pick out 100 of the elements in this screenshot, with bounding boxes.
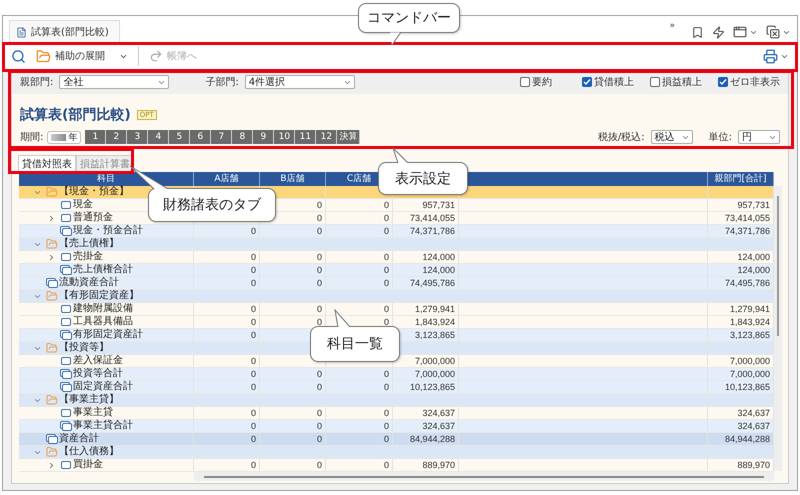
period-button[interactable]: 10 <box>274 130 296 144</box>
account-name: 事業主貸 <box>73 407 113 419</box>
checkbox[interactable] <box>520 77 530 87</box>
year-field[interactable]: 年 <box>47 130 82 144</box>
period-button[interactable]: 2 <box>106 130 128 144</box>
account-name: 現金 <box>73 199 93 211</box>
field-label: 子部門: <box>205 76 239 89</box>
folder-icon <box>36 48 51 64</box>
select-field[interactable]: 円 <box>738 130 780 144</box>
period-button[interactable]: 3 <box>127 130 148 144</box>
close-window-menu-button[interactable] <box>766 25 791 39</box>
document-icon <box>60 304 72 314</box>
window-menu-button[interactable] <box>733 25 758 39</box>
document-icon <box>60 200 72 210</box>
select-field[interactable]: 4件選択 <box>244 75 355 89</box>
documents-icon <box>60 382 72 392</box>
folder-icon <box>46 290 58 302</box>
period-button[interactable]: 11 <box>295 130 316 144</box>
table-row[interactable]: 事業主貸合計 0 0 0 324,637 324,637 <box>19 420 774 433</box>
period-button[interactable]: 7 <box>211 130 232 144</box>
printer-icon <box>763 48 778 64</box>
table-row[interactable]: 売上債権合計 0 0 0 124,000 124,000 <box>19 264 774 277</box>
bookmark-icon[interactable] <box>691 26 704 38</box>
field-label: 税抜/税込: <box>598 130 645 144</box>
column-header[interactable]: B店舗 <box>280 174 305 184</box>
table-row[interactable]: 差入保証金 0 7,000,000 7,000,000 <box>19 355 774 368</box>
chevron-icon[interactable] <box>47 252 56 262</box>
period-button[interactable]: 9 <box>253 130 274 144</box>
callout: コマンドバー <box>358 3 460 33</box>
table-row[interactable]: 事業主貸 0 0 0 324,637 324,637 <box>19 407 774 420</box>
callout: 科目一覧 <box>310 326 400 362</box>
account-name: 【売上債権】 <box>59 238 119 250</box>
table-row[interactable]: 建物附属設備 0 0 0 1,279,941 1,279,941 <box>19 303 774 316</box>
account-name: 普通預金 <box>73 212 113 224</box>
select-field[interactable]: 税込 <box>650 130 693 144</box>
account-name: 売掛金 <box>73 251 103 263</box>
checkbox[interactable] <box>582 77 592 87</box>
table-row[interactable]: 現金・預金合計 0 0 0 74,371,786 74,371,786 <box>19 225 774 238</box>
period-button[interactable]: 4 <box>148 130 170 144</box>
account-name: 買掛金 <box>73 459 103 471</box>
field-label: 親部門: <box>20 76 54 89</box>
account-name: 資産合計 <box>59 433 99 445</box>
account-name: 有形固定資産計 <box>73 329 143 341</box>
table-row[interactable]: 工具器具備品 0 0 0 1,843,924 1,843,924 <box>19 316 774 329</box>
documents-icon <box>46 434 58 444</box>
search-icon[interactable] <box>11 48 26 64</box>
period-button[interactable]: 6 <box>190 130 212 144</box>
chevron-icon[interactable] <box>47 214 56 222</box>
column-header[interactable]: 科目 <box>97 174 115 184</box>
expand-button[interactable]: 補助の展開 <box>34 48 130 64</box>
horizontal-scrollbar[interactable] <box>194 472 774 481</box>
period-button[interactable]: 5 <box>169 130 190 144</box>
account-name: 【事業主貸】 <box>59 394 119 406</box>
account-name: 建物附属設備 <box>73 303 133 315</box>
select-field[interactable]: 全社 <box>59 75 170 89</box>
document-tab[interactable]: 試算表(部門比較) <box>9 20 120 43</box>
table-row[interactable]: 【事業主貸】 <box>19 394 774 407</box>
print-button[interactable] <box>763 48 789 64</box>
table-row[interactable]: 【仕入債務】 <box>19 446 774 459</box>
window-close-icon <box>766 25 780 39</box>
period-button[interactable]: 決算 <box>337 130 360 144</box>
statement-tab[interactable]: 貸借対照表 <box>18 155 76 172</box>
table-row[interactable]: 固定資産合計 0 0 0 10,123,865 10,123,865 <box>19 381 774 394</box>
table-row[interactable]: 【有形固定資産】 <box>19 290 774 303</box>
checkbox[interactable] <box>718 77 728 87</box>
account-name: 【有形固定資産】 <box>59 290 139 302</box>
documents-icon <box>60 369 72 379</box>
overflow-indicator[interactable]: » <box>669 21 675 31</box>
field-label: 単位: <box>708 131 732 144</box>
callout: 表示設定 <box>378 162 468 195</box>
checkbox[interactable] <box>650 77 660 87</box>
table-row[interactable]: 投資等合計 0 0 0 7,000,000 7,000,000 <box>19 368 774 381</box>
documents-icon <box>60 226 72 236</box>
table-row[interactable]: 買掛金 0 0 0 889,970 889,970 <box>19 459 774 472</box>
lightning-icon[interactable] <box>712 26 725 38</box>
period-button[interactable]: 1 <box>85 130 106 144</box>
account-name: 売上債権合計 <box>73 264 133 276</box>
column-header[interactable]: C店舗 <box>346 174 372 184</box>
documents-icon <box>60 330 72 340</box>
folder-icon <box>46 342 58 354</box>
period-button[interactable]: 8 <box>232 130 254 144</box>
field-label: 期間: <box>20 130 44 144</box>
column-header[interactable]: 親部門[合計] <box>714 174 767 184</box>
period-button[interactable]: 12 <box>316 130 338 144</box>
documents-icon <box>60 265 72 275</box>
folder-icon <box>46 394 58 406</box>
table-row[interactable]: 流動資産合計 0 0 0 74,495,786 74,495,786 <box>19 277 774 290</box>
column-header[interactable]: A店舗 <box>214 174 239 184</box>
vertical-scrollbar[interactable] <box>774 186 782 471</box>
table-row[interactable]: 【売上債権】 <box>19 238 774 251</box>
window-icon <box>733 25 747 39</box>
folder-icon <box>46 186 58 198</box>
chevron-icon[interactable] <box>47 460 56 470</box>
table-row[interactable]: 売掛金 0 0 0 124,000 124,000 <box>19 251 774 264</box>
document-icon <box>60 252 72 262</box>
table-row[interactable]: 資産合計 0 0 0 84,944,288 84,944,288 <box>19 433 774 446</box>
callout-pointer <box>390 147 410 163</box>
report-title: 試算表(部門比較) <box>20 106 131 124</box>
checkbox-label: 要約 <box>532 76 552 89</box>
documents-icon <box>60 421 72 431</box>
